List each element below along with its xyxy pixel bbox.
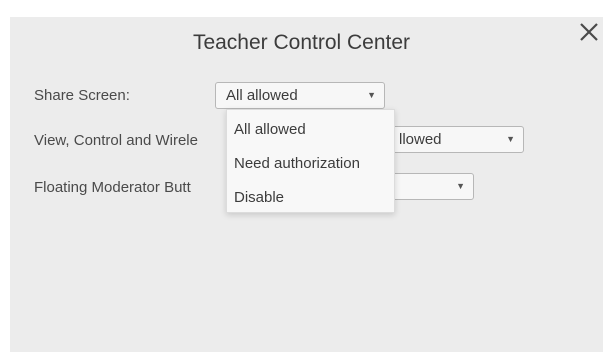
view-control-value: llowed <box>399 131 442 148</box>
dropdown-option-disable[interactable]: Disable <box>234 189 284 206</box>
share-screen-label: Share Screen: <box>34 87 130 104</box>
floating-moderator-label: Floating Moderator Butt <box>34 179 191 196</box>
share-screen-dropdown: All allowed Need authorization Disable <box>226 109 395 213</box>
close-icon[interactable] <box>578 21 600 43</box>
share-screen-value: All allowed <box>226 87 298 104</box>
dropdown-option-need-authorization[interactable]: Need authorization <box>234 155 360 172</box>
share-screen-select[interactable]: All allowed ▼ <box>215 82 385 109</box>
view-control-label: View, Control and Wirele <box>34 132 198 149</box>
dropdown-option-all-allowed[interactable]: All allowed <box>234 121 306 138</box>
caret-down-icon: ▼ <box>367 90 376 100</box>
teacher-control-dialog: Teacher Control Center Share Screen: All… <box>10 17 603 352</box>
dialog-title: Teacher Control Center <box>192 31 411 54</box>
caret-down-icon: ▼ <box>506 134 515 144</box>
caret-down-icon: ▼ <box>456 181 465 191</box>
